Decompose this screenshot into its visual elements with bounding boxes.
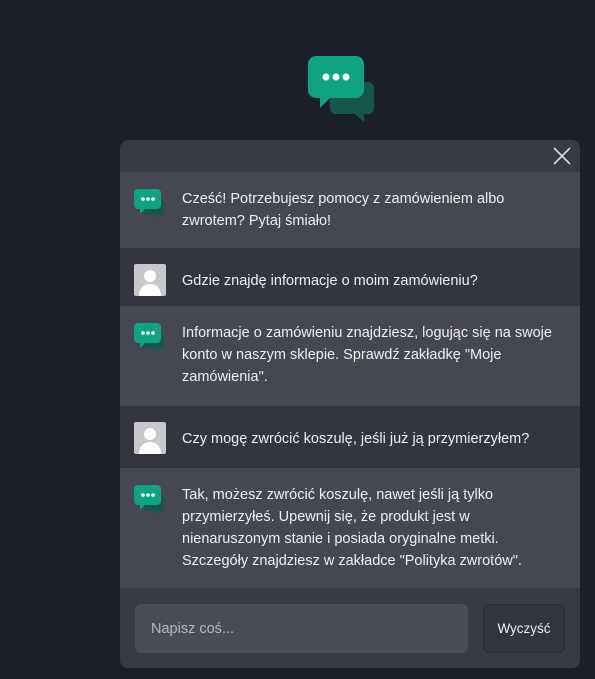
message-user: Czy mogę zwrócić koszulę, jeśli już ją p… (120, 406, 580, 468)
user-avatar-icon (134, 422, 166, 454)
chat-header (120, 140, 580, 172)
chat-bubbles-icon (134, 322, 166, 354)
message-bot: Tak, możesz zwrócić koszulę, nawet jeśli… (120, 468, 580, 590)
close-icon[interactable] (550, 144, 574, 168)
user-avatar-icon (134, 264, 166, 296)
chat-bubbles-icon (308, 56, 376, 122)
chat-input-bar: Wyczyść (120, 588, 580, 668)
message-text: Informacje o zamówieniu znajdziesz, logu… (182, 325, 552, 385)
chat-bubbles-icon (134, 484, 166, 516)
message-text: Gdzie znajdę informacje o moim zamówieni… (182, 273, 478, 289)
message-bot: Cześć! Potrzebujesz pomocy z zamówieniem… (120, 172, 580, 248)
message-bot: Informacje o zamówieniu znajdziesz, logu… (120, 306, 580, 406)
message-text: Tak, możesz zwrócić koszulę, nawet jeśli… (182, 487, 522, 569)
message-user: Gdzie znajdę informacje o moim zamówieni… (120, 248, 580, 306)
chat-bubbles-icon (134, 188, 166, 220)
message-list: Cześć! Potrzebujesz pomocy z zamówieniem… (120, 172, 580, 590)
chat-window: Cześć! Potrzebujesz pomocy z zamówieniem… (120, 140, 580, 668)
message-input[interactable] (135, 604, 468, 653)
clear-button[interactable]: Wyczyść (483, 604, 565, 653)
message-text: Czy mogę zwrócić koszulę, jeśli już ją p… (182, 431, 530, 447)
message-text: Cześć! Potrzebujesz pomocy z zamówieniem… (182, 191, 505, 229)
